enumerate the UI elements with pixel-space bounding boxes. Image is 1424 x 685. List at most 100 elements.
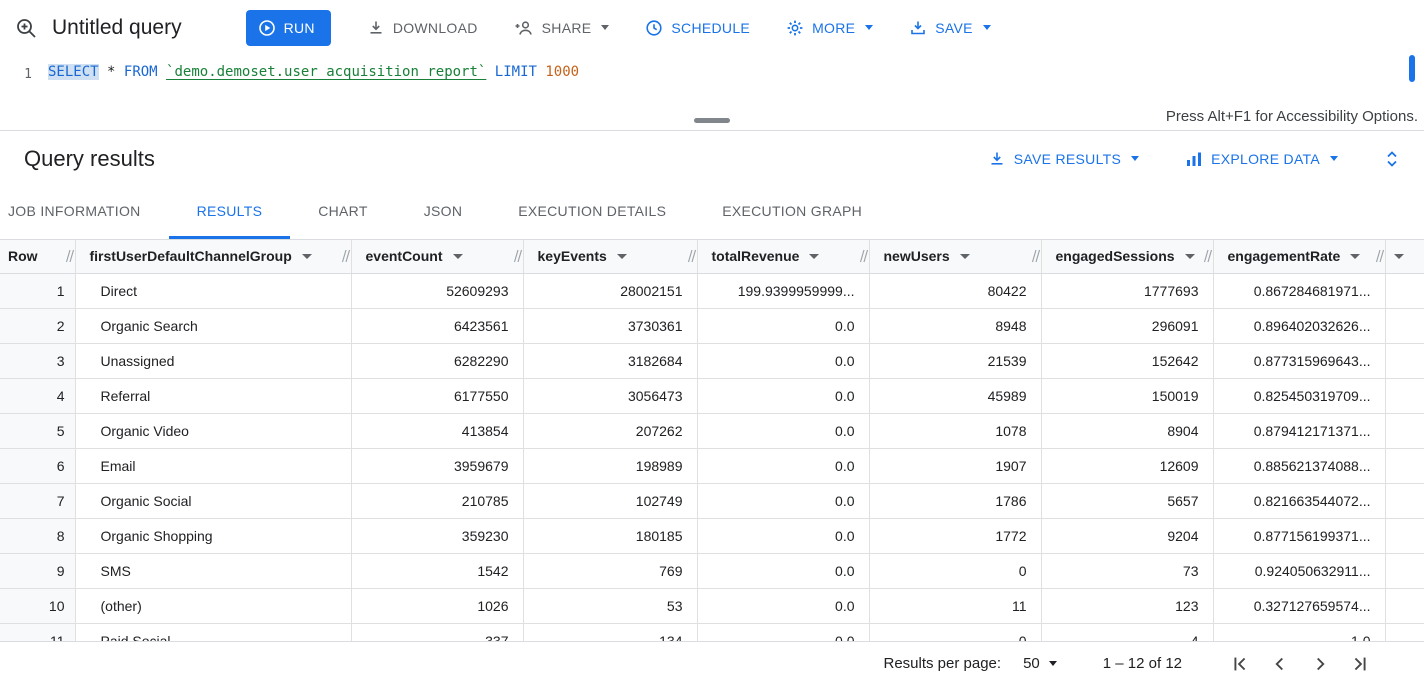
cell: 0 (869, 623, 1041, 641)
tab-job-information[interactable]: JOB INFORMATION (0, 186, 169, 239)
chevron-down-icon (1049, 661, 1057, 666)
cell: 5657 (1041, 483, 1213, 518)
save-results-button[interactable]: SAVE RESULTS (988, 150, 1139, 168)
tab-results[interactable]: RESULTS (169, 186, 291, 239)
results-table-container: Row firstUserDefaultChannelGroup eventCoun… (0, 240, 1424, 641)
results-table: Row firstUserDefaultChannelGroup eventCoun… (0, 240, 1424, 641)
table-row: 1Direct5260929328002151199.9399959999...… (0, 273, 1424, 308)
column-menu-icon[interactable] (302, 254, 312, 259)
editor-scrollbar[interactable] (1409, 55, 1415, 82)
cell: 6177550 (351, 378, 523, 413)
previous-page-button[interactable] (1260, 644, 1300, 684)
results-header: Query results SAVE RESULTS EXPLORE DATA (0, 131, 1424, 186)
table-row: 7Organic Social2107851027490.0178656570.… (0, 483, 1424, 518)
column-menu-icon[interactable] (453, 254, 463, 259)
panel-toggle-button[interactable] (1384, 149, 1400, 169)
row-number: 2 (0, 308, 75, 343)
cell: Paid Social (75, 623, 351, 641)
cell: 0.0 (697, 343, 869, 378)
table-row: 9SMS15427690.00730.924050632911... (0, 553, 1424, 588)
page-size-select[interactable]: 50 (1023, 655, 1057, 672)
last-page-button[interactable] (1340, 644, 1380, 684)
column-label: Row (8, 248, 38, 264)
cell: 0.867284681971... (1213, 273, 1385, 308)
cell: 1026 (351, 588, 523, 623)
column-label: eventCount (366, 248, 443, 264)
column-header-engagedSessions[interactable]: engagedSessions (1041, 240, 1213, 273)
next-page-button[interactable] (1300, 644, 1340, 684)
cell: 1786 (869, 483, 1041, 518)
cell: Organic Social (75, 483, 351, 518)
sql-code-line[interactable]: SELECT * FROM `demo.demoset.user_acquisi… (48, 62, 579, 85)
column-menu-icon[interactable] (1185, 254, 1195, 259)
cell: Unassigned (75, 343, 351, 378)
cell: 6282290 (351, 343, 523, 378)
cell: 359230 (351, 518, 523, 553)
cell: (other) (75, 588, 351, 623)
download-button[interactable]: DOWNLOAD (367, 19, 478, 37)
column-resize-handle-icon[interactable] (513, 250, 522, 263)
column-menu-icon[interactable] (617, 254, 627, 259)
cell: 1907 (869, 448, 1041, 483)
first-page-button[interactable] (1220, 644, 1260, 684)
column-resize-handle-icon[interactable] (1031, 250, 1040, 263)
cell: 207262 (523, 413, 697, 448)
column-header-firstUserDefaultChannelGroup[interactable]: firstUserDefaultChannelGroup (75, 240, 351, 273)
column-menu-icon[interactable] (1394, 254, 1404, 259)
column-header-totalRevenue[interactable]: totalRevenue (697, 240, 869, 273)
cell: 3182684 (523, 343, 697, 378)
line-number: 1 (0, 62, 48, 85)
column-resize-handle-icon[interactable] (341, 250, 350, 263)
cell: 123 (1041, 588, 1213, 623)
cell: 4 (1041, 623, 1213, 641)
tab-execution-graph[interactable]: EXECUTION GRAPH (694, 186, 890, 239)
gear-icon (786, 19, 804, 37)
cell: 198989 (523, 448, 697, 483)
pagination-range: 1 – 12 of 12 (1103, 655, 1182, 672)
cell: 0 (869, 553, 1041, 588)
cell: 3959679 (351, 448, 523, 483)
column-header-engagementRate[interactable]: engagementRate (1213, 240, 1385, 273)
save-button[interactable]: SAVE (909, 19, 991, 37)
share-label: SHARE (542, 20, 592, 36)
column-menu-icon[interactable] (960, 254, 970, 259)
row-number: 11 (0, 623, 75, 641)
column-menu-icon[interactable] (1350, 254, 1360, 259)
cell: 134 (523, 623, 697, 641)
share-button[interactable]: SHARE (514, 19, 610, 37)
cell-overflow (1385, 273, 1424, 308)
cell-overflow (1385, 413, 1424, 448)
cell: Organic Search (75, 308, 351, 343)
column-header-keyEvents[interactable]: keyEvents (523, 240, 697, 273)
cell: 0.0 (697, 308, 869, 343)
cell: 6423561 (351, 308, 523, 343)
cell: 0.879412171371... (1213, 413, 1385, 448)
explore-data-button[interactable]: EXPLORE DATA (1185, 150, 1338, 168)
panel-resize-handle[interactable] (694, 118, 730, 123)
column-header-eventCount[interactable]: eventCount (351, 240, 523, 273)
column-resize-handle-icon[interactable] (65, 250, 74, 263)
clock-icon (645, 19, 663, 37)
cell: 0.825450319709... (1213, 378, 1385, 413)
table-body: 1Direct5260929328002151199.9399959999...… (0, 273, 1424, 641)
column-menu-icon[interactable] (809, 254, 819, 259)
column-header-Row[interactable]: Row (0, 240, 75, 273)
column-resize-handle-icon[interactable] (687, 250, 696, 263)
row-number: 10 (0, 588, 75, 623)
tab-json[interactable]: JSON (396, 186, 491, 239)
more-button[interactable]: MORE (786, 19, 873, 37)
schedule-button[interactable]: SCHEDULE (645, 19, 750, 37)
cell: 0.327127659574... (1213, 588, 1385, 623)
tab-execution-details[interactable]: EXECUTION DETAILS (490, 186, 694, 239)
cell-overflow (1385, 588, 1424, 623)
column-resize-handle-icon[interactable] (1375, 250, 1384, 263)
column-resize-handle-icon[interactable] (859, 250, 868, 263)
tab-chart[interactable]: CHART (290, 186, 395, 239)
column-header-newUsers[interactable]: newUsers (869, 240, 1041, 273)
row-number: 1 (0, 273, 75, 308)
column-resize-handle-icon[interactable] (1203, 250, 1212, 263)
bigquery-workspace: Untitled query RUN DOWNLOAD SHARE SCHE (0, 0, 1424, 685)
run-button[interactable]: RUN (246, 10, 331, 46)
cell: 21539 (869, 343, 1041, 378)
cell: Direct (75, 273, 351, 308)
